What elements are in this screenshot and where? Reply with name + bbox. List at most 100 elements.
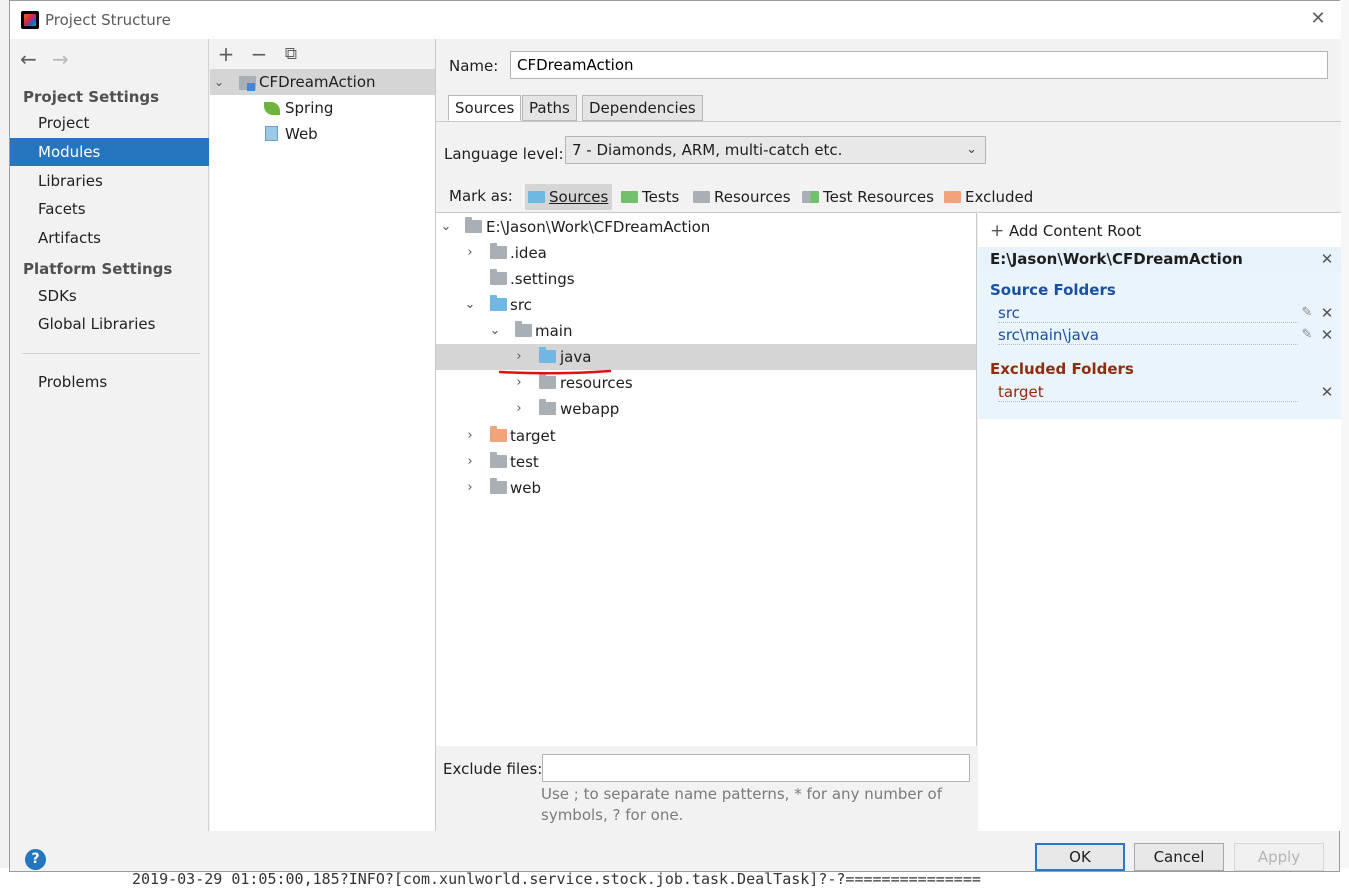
red-annotation-underline xyxy=(499,369,611,375)
background-editor-right xyxy=(1340,0,1349,890)
chevron-down-icon[interactable]: ⌄ xyxy=(214,69,224,95)
facet-spring-label: Spring xyxy=(285,99,334,117)
tree-row-root[interactable]: ⌄ E:\Jason\Work\CFDreamAction xyxy=(436,214,976,240)
module-row-web[interactable]: Web xyxy=(210,121,435,147)
nav-item-problems[interactable]: Problems xyxy=(10,368,209,396)
content-root-body: Source Folders src ✎ ✕ src\main\java ✎ ✕… xyxy=(978,271,1341,419)
tree-label: webapp xyxy=(560,400,620,418)
nav-item-sdks[interactable]: SDKs xyxy=(10,282,209,310)
chevron-down-icon[interactable]: ⌄ xyxy=(488,318,502,344)
nav-item-libraries[interactable]: Libraries xyxy=(10,167,209,195)
tree-label: .idea xyxy=(510,244,547,262)
nav-item-modules[interactable]: Modules xyxy=(10,138,209,166)
package-folder-icon xyxy=(539,373,556,389)
module-name-input[interactable] xyxy=(510,51,1328,79)
chevron-down-icon: ⌄ xyxy=(966,142,977,157)
folder-icon xyxy=(490,269,507,285)
remove-content-root-icon[interactable]: ✕ xyxy=(1319,251,1335,267)
sources-folder-icon xyxy=(528,191,545,203)
mark-resources-button[interactable]: Resources xyxy=(690,184,795,210)
nav-item-facets[interactable]: Facets xyxy=(10,195,209,223)
tree-root-label: E:\Jason\Work\CFDreamAction xyxy=(486,218,711,236)
tab-paths[interactable]: Paths xyxy=(522,95,577,121)
tab-dependencies[interactable]: Dependencies xyxy=(582,95,703,121)
chevron-down-icon[interactable]: ⌄ xyxy=(439,214,453,240)
tree-row-settings[interactable]: .settings xyxy=(436,266,976,292)
copy-module-button[interactable]: ⧉ xyxy=(279,42,303,66)
nav-item-project[interactable]: Project xyxy=(10,109,209,137)
tree-row-target[interactable]: › target xyxy=(436,423,976,449)
excluded-folder-entry: target xyxy=(998,382,1298,402)
chevron-right-icon[interactable]: › xyxy=(463,423,477,449)
source-folder-icon xyxy=(539,347,556,363)
module-badge-icon xyxy=(247,83,255,91)
nav-item-global-libraries[interactable]: Global Libraries xyxy=(10,310,209,338)
ok-button[interactable]: OK xyxy=(1035,843,1125,871)
content-root-panel: + Add Content Root E:\Jason\Work\CFDream… xyxy=(978,212,1341,831)
nav-item-artifacts[interactable]: Artifacts xyxy=(10,224,209,252)
module-row-spring[interactable]: Spring xyxy=(210,95,435,121)
tree-row-test[interactable]: › test xyxy=(436,449,976,475)
language-level-value: 7 - Diamonds, ARM, multi-catch etc. xyxy=(572,141,843,159)
excluded-folder-icon xyxy=(944,191,961,203)
mark-tests-label: Tests xyxy=(642,188,680,206)
project-settings-header: Project Settings xyxy=(23,88,160,106)
facet-web-label: Web xyxy=(285,125,318,143)
close-icon[interactable]: ✕ xyxy=(1306,7,1330,31)
content-root-tree: ⌄ E:\Jason\Work\CFDreamAction › .idea .s… xyxy=(436,212,977,746)
tree-row-src[interactable]: ⌄ src xyxy=(436,292,976,318)
apply-button[interactable]: Apply xyxy=(1234,843,1324,871)
add-content-root-button[interactable]: + Add Content Root xyxy=(990,221,1141,241)
chevron-right-icon[interactable]: › xyxy=(463,240,477,266)
module-name-label: CFDreamAction xyxy=(259,73,376,91)
source-folder-icon xyxy=(490,295,507,311)
help-icon[interactable]: ? xyxy=(25,849,46,870)
edit-pencil-icon[interactable]: ✎ xyxy=(1300,306,1314,320)
mark-tests-button[interactable]: Tests xyxy=(618,184,683,210)
test-resources-folder-icon xyxy=(802,191,819,203)
chevron-right-icon[interactable]: › xyxy=(463,475,477,501)
tree-row-main[interactable]: ⌄ main xyxy=(436,318,976,344)
module-toolbar: + − ⧉ xyxy=(210,39,435,69)
mark-test-resources-button[interactable]: Test Resources xyxy=(799,184,938,210)
add-module-button[interactable]: + xyxy=(214,42,238,66)
tree-row-webapp[interactable]: › webapp xyxy=(436,396,976,422)
language-level-select[interactable]: 7 - Diamonds, ARM, multi-catch etc. ⌄ xyxy=(565,136,986,164)
tab-sources[interactable]: Sources xyxy=(448,95,522,121)
remove-folder-icon[interactable]: ✕ xyxy=(1319,305,1335,321)
back-arrow-icon[interactable]: ← xyxy=(20,47,37,71)
tab-divider xyxy=(436,121,1341,122)
content-root-path: E:\Jason\Work\CFDreamAction xyxy=(990,250,1243,268)
mark-sources-button[interactable]: Sources xyxy=(525,184,613,210)
chevron-down-icon[interactable]: ⌄ xyxy=(463,292,477,318)
tree-row-web[interactable]: › web xyxy=(436,475,976,501)
nav-divider xyxy=(22,353,200,354)
cancel-button[interactable]: Cancel xyxy=(1134,843,1224,871)
folder-icon xyxy=(490,478,507,494)
tree-row-idea[interactable]: › .idea xyxy=(436,240,976,266)
chevron-right-icon[interactable]: › xyxy=(512,396,526,422)
mark-resources-label: Resources xyxy=(714,188,791,206)
tree-label: target xyxy=(510,427,556,445)
exclude-hint-line: symbols, ? for one. xyxy=(541,806,684,824)
tree-label: main xyxy=(535,322,573,340)
background-log-line: 2019-03-29 01:05:00,185?INFO?[com.xunlwo… xyxy=(132,870,981,888)
exclude-files-input[interactable] xyxy=(542,754,970,782)
tree-row-java[interactable]: › java xyxy=(436,344,976,370)
mark-test-resources-label: Test Resources xyxy=(823,188,934,206)
forward-arrow-icon[interactable]: → xyxy=(52,47,69,71)
project-structure-dialog: Project Structure ✕ ← → Project Settings… xyxy=(9,0,1341,872)
plus-icon: + xyxy=(990,221,1005,241)
mark-excluded-button[interactable]: Excluded xyxy=(941,184,1037,210)
remove-module-button[interactable]: − xyxy=(247,42,271,66)
remove-folder-icon[interactable]: ✕ xyxy=(1319,384,1335,400)
chevron-right-icon[interactable]: › xyxy=(512,344,526,370)
remove-folder-icon[interactable]: ✕ xyxy=(1319,327,1335,343)
title-bar[interactable]: Project Structure ✕ xyxy=(10,1,1341,39)
name-label: Name: xyxy=(449,57,499,75)
chevron-right-icon[interactable]: › xyxy=(463,449,477,475)
module-row-root[interactable]: ⌄ CFDreamAction xyxy=(210,69,435,95)
resources-folder-icon xyxy=(693,191,710,203)
edit-pencil-icon[interactable]: ✎ xyxy=(1300,328,1314,342)
tree-label: test xyxy=(510,453,539,471)
